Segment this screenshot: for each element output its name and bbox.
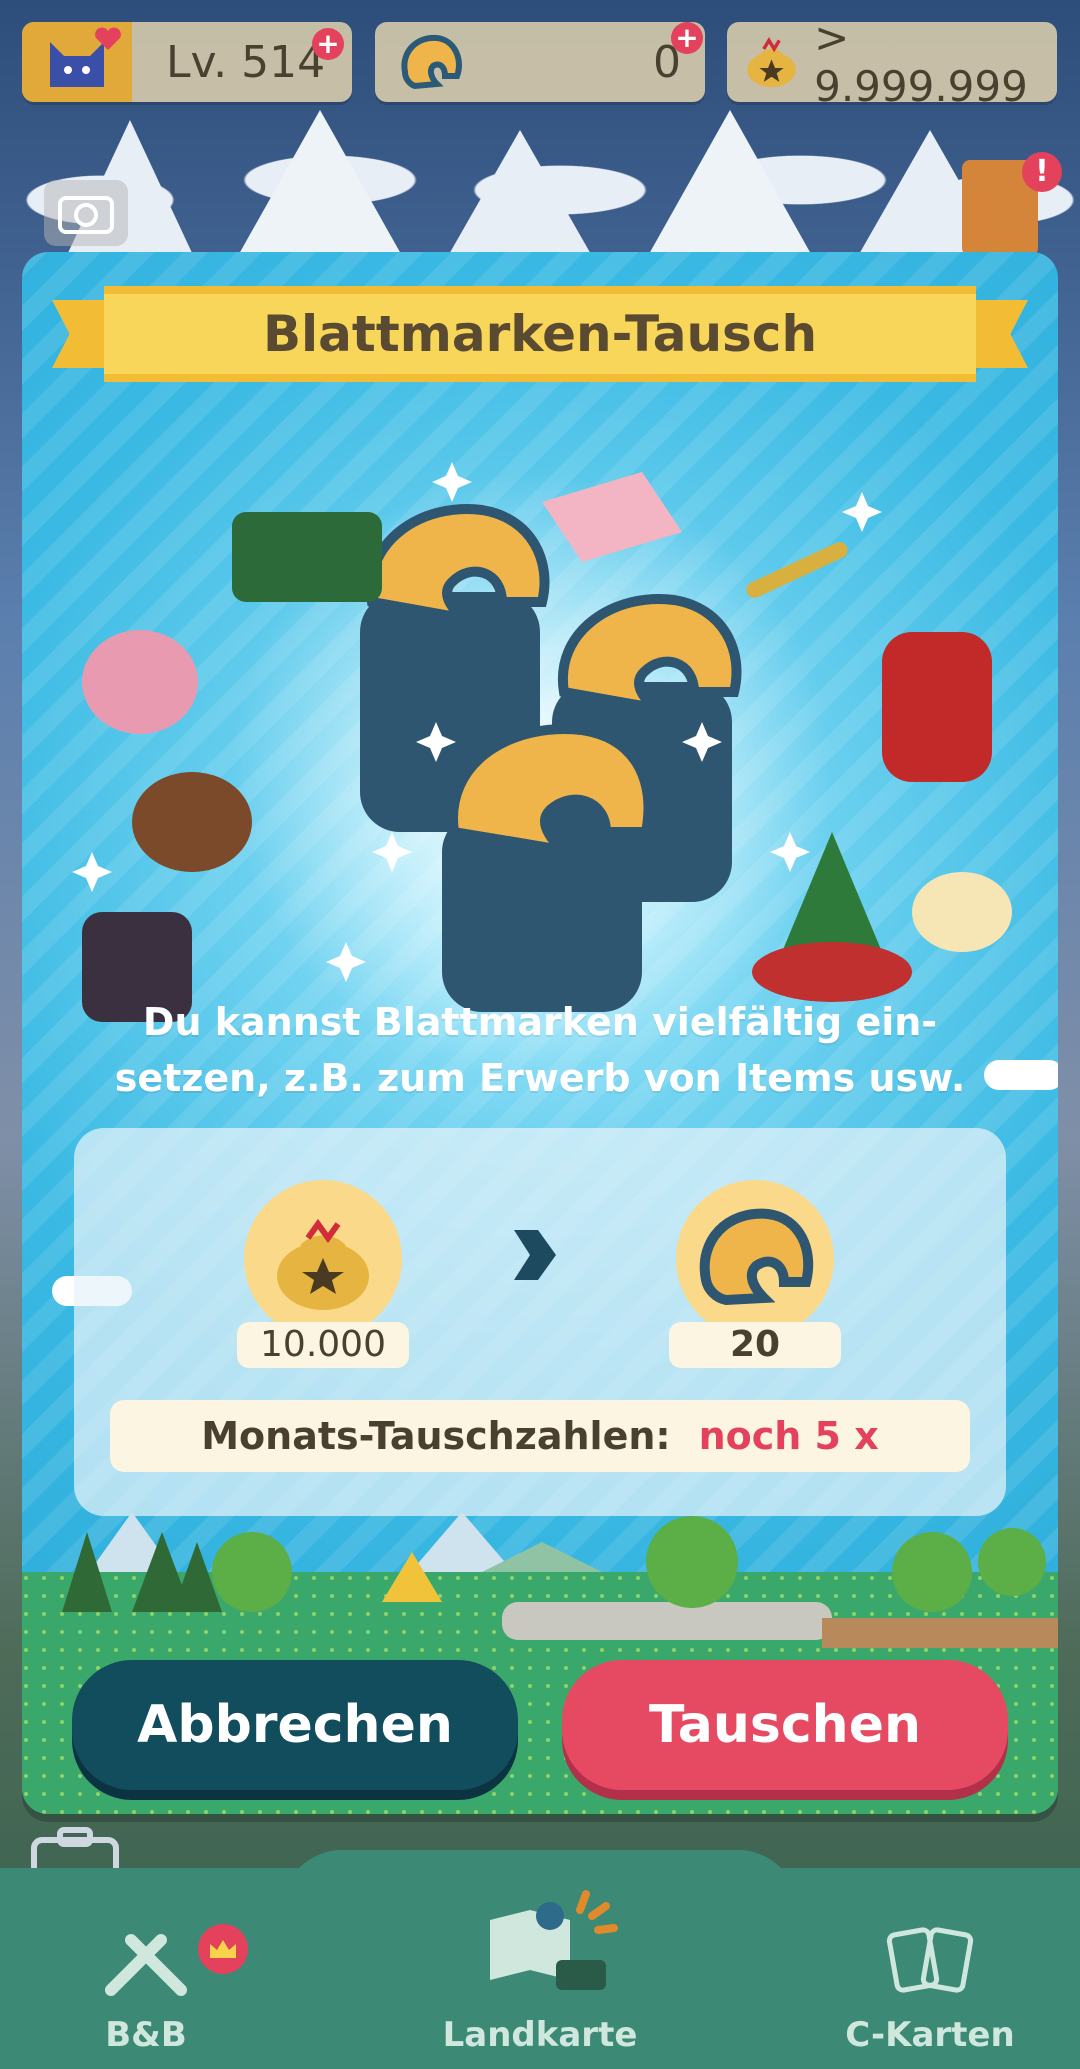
description-line-2: setzen, z.B. zum Erwerb von Items usw. xyxy=(114,1056,966,1100)
cost-circle xyxy=(244,1180,402,1338)
cost-value: 10.000 xyxy=(237,1322,409,1368)
level-label: Lv. 514 xyxy=(166,36,326,88)
telescope-icon xyxy=(746,542,848,598)
arrow-right-icon xyxy=(514,1230,556,1280)
level-display[interactable]: Lv. 514 + xyxy=(22,22,352,102)
camera-icon xyxy=(58,196,114,234)
level-zoom-icon[interactable]: + xyxy=(312,28,344,60)
brown-hat-icon xyxy=(132,772,252,872)
leaf-ticket-exchange-dialog: Blattmarken-Tausch Du kannst Blattmarken… xyxy=(22,252,1058,1814)
monthly-exchange-label: Monats-Tauschzahlen: xyxy=(201,1414,671,1458)
tools-icon xyxy=(105,1934,187,1996)
camera-button[interactable] xyxy=(44,180,128,246)
monthly-exchange-counter: Monats-Tauschzahlen: noch 5 x xyxy=(110,1400,970,1472)
heart-icon xyxy=(95,27,121,50)
monthly-exchange-remaining: noch 5 x xyxy=(698,1414,879,1458)
dialog-description: Du kannst Blattmarken vielfältig ein- se… xyxy=(82,994,998,1106)
exchange-panel: 10.000 20 Monats-Tauschzahlen: noch 5 x xyxy=(74,1128,1006,1516)
fish-lantern-icon xyxy=(912,872,1012,952)
cancel-button[interactable]: Abbrechen xyxy=(72,1660,518,1790)
add-tickets-icon[interactable]: + xyxy=(671,22,703,54)
cloud-decoration xyxy=(984,1060,1058,1090)
title-banner: Blattmarken-Tausch xyxy=(52,286,1028,382)
leaf-ticket-icon xyxy=(699,1208,814,1306)
bell-bag-icon xyxy=(747,37,796,88)
nav-item-label: B&B xyxy=(105,2015,187,2055)
dialog-title: Blattmarken-Tausch xyxy=(104,286,976,382)
alert-badge-icon: ! xyxy=(1022,152,1062,192)
pink-hat-icon xyxy=(82,630,198,734)
nav-item-c-cards[interactable]: C-Karten xyxy=(840,1920,1020,2055)
bells-count: > 9.999.999 xyxy=(814,13,1028,111)
crown-badge-icon xyxy=(198,1924,248,1974)
exchange-button[interactable]: Tauschen xyxy=(562,1660,1008,1790)
cat-avatar-icon xyxy=(22,22,132,102)
bells-display: > 9.999.999 xyxy=(727,13,1057,111)
map-icon xyxy=(490,1890,618,1990)
ticket-stack-front-icon xyxy=(442,724,654,1012)
reward-value: 20 xyxy=(669,1322,841,1368)
nav-item-label: C-Karten xyxy=(845,2015,1015,2055)
leaf-ticket-icon xyxy=(401,34,462,90)
nav-item-label: Landkarte xyxy=(442,2015,638,2055)
green-van-icon xyxy=(232,512,382,602)
red-kimono-icon xyxy=(882,632,992,782)
nav-item-map[interactable]: Landkarte xyxy=(430,1890,650,2055)
description-line-1: Du kannst Blattmarken vielfältig ein- xyxy=(142,1000,938,1044)
reward-circle xyxy=(676,1180,834,1338)
bell-bag-icon xyxy=(277,1218,369,1310)
cards-icon xyxy=(886,1927,974,1993)
leaf-ticket-display[interactable]: 0 + xyxy=(375,22,705,102)
nav-item-bnb[interactable]: B&B xyxy=(96,1920,196,2055)
